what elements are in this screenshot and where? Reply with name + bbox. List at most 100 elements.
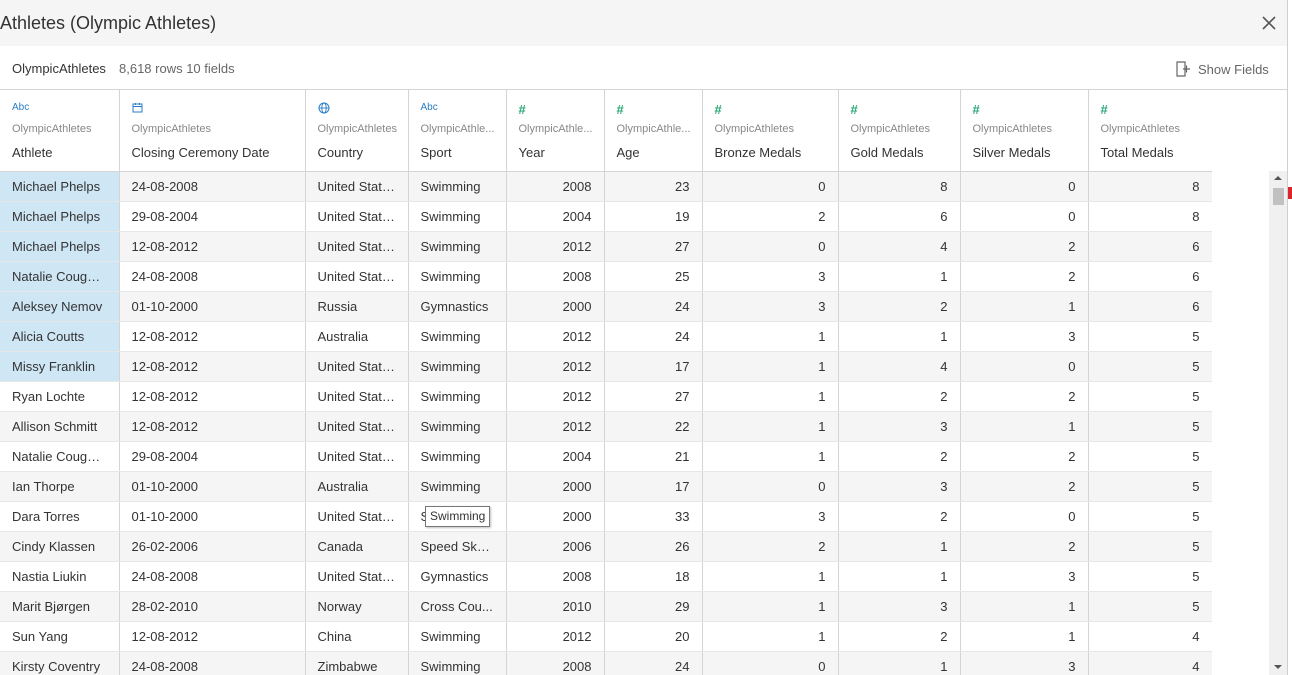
cell-athlete[interactable]: Michael Phelps [0,231,120,262]
cell-closing-ceremony-date[interactable]: 24-08-2008 [119,651,306,675]
table-row[interactable]: Aleksey Nemov 01-10-2000 Russia Gymnastics 2… [0,291,1213,322]
cell-country[interactable]: United States [305,351,409,382]
cell-silver-medals[interactable]: 3 [960,321,1089,352]
cell-sport[interactable]: Gymnastics [408,291,507,322]
table-row[interactable]: Michael Phelps 24-08-2008 United States Swi… [0,171,1213,202]
cell-silver-medals[interactable]: 0 [960,501,1089,532]
cell-age[interactable]: 24 [604,651,703,675]
cell-age[interactable]: 24 [604,291,703,322]
cell-age[interactable]: 20 [604,621,703,652]
cell-age[interactable]: 33 [604,501,703,532]
cell-country[interactable]: United States [305,201,409,232]
cell-gold-medals[interactable]: 6 [838,201,961,232]
column-header-athlete[interactable]: Abc OlympicAthletes Athlete [0,90,120,172]
column-header-age[interactable]: # OlympicAthle... Age [604,90,703,172]
cell-year[interactable]: 2000 [506,501,605,532]
cell-silver-medals[interactable]: 3 [960,651,1089,675]
cell-total-medals[interactable]: 5 [1088,441,1213,472]
table-row[interactable]: Michael Phelps 29-08-2004 United States Swi… [0,201,1213,232]
cell-sport[interactable]: Swimming [408,621,507,652]
cell-sport[interactable]: Swimming [408,651,507,675]
cell-bronze-medals[interactable]: 3 [702,261,839,292]
cell-sport[interactable]: Swimming [408,321,507,352]
cell-total-medals[interactable]: 5 [1088,381,1213,412]
cell-athlete[interactable]: Alicia Coutts [0,321,120,352]
cell-closing-ceremony-date[interactable]: 12-08-2012 [119,351,306,382]
cell-athlete[interactable]: Dara Torres [0,501,120,532]
cell-closing-ceremony-date[interactable]: 01-10-2000 [119,501,306,532]
cell-closing-ceremony-date[interactable]: 24-08-2008 [119,561,306,592]
cell-bronze-medals[interactable]: 1 [702,561,839,592]
table-row[interactable]: Allison Schmitt 12-08-2012 United States Sw… [0,411,1213,442]
cell-gold-medals[interactable]: 3 [838,411,961,442]
column-header-silver-medals[interactable]: # OlympicAthletes Silver Medals [960,90,1089,172]
cell-gold-medals[interactable]: 4 [838,231,961,262]
cell-closing-ceremony-date[interactable]: 29-08-2004 [119,201,306,232]
cell-age[interactable]: 21 [604,441,703,472]
cell-age[interactable]: 24 [604,321,703,352]
cell-closing-ceremony-date[interactable]: 24-08-2008 [119,171,306,202]
cell-year[interactable]: 2012 [506,231,605,262]
cell-sport[interactable]: Swimming [408,261,507,292]
cell-total-medals[interactable]: 5 [1088,321,1213,352]
table-row[interactable]: Marit Bjørgen 28-02-2010 Norway Cross Cou..… [0,591,1213,622]
cell-year[interactable]: 2000 [506,291,605,322]
cell-athlete[interactable]: Allison Schmitt [0,411,120,442]
cell-gold-medals[interactable]: 2 [838,441,961,472]
cell-closing-ceremony-date[interactable]: 12-08-2012 [119,411,306,442]
cell-gold-medals[interactable]: 3 [838,591,961,622]
cell-closing-ceremony-date[interactable]: 29-08-2004 [119,441,306,472]
cell-sport[interactable]: Swimming [408,411,507,442]
cell-bronze-medals[interactable]: 1 [702,411,839,442]
cell-closing-ceremony-date[interactable]: 12-08-2012 [119,231,306,262]
cell-year[interactable]: 2008 [506,651,605,675]
cell-age[interactable]: 25 [604,261,703,292]
cell-country[interactable]: Australia [305,321,409,352]
cell-age[interactable]: 27 [604,381,703,412]
cell-gold-medals[interactable]: 1 [838,651,961,675]
cell-silver-medals[interactable]: 2 [960,231,1089,262]
cell-country[interactable]: Australia [305,471,409,502]
cell-country[interactable]: Canada [305,531,409,562]
cell-year[interactable]: 2012 [506,411,605,442]
cell-gold-medals[interactable]: 2 [838,501,961,532]
cell-age[interactable]: 22 [604,411,703,442]
cell-silver-medals[interactable]: 2 [960,441,1089,472]
cell-gold-medals[interactable]: 1 [838,561,961,592]
cell-silver-medals[interactable]: 0 [960,171,1089,202]
table-row[interactable]: Dara Torres01-10-2000United States Swimmi… [0,501,1213,532]
cell-year[interactable]: 2012 [506,621,605,652]
cell-bronze-medals[interactable]: 0 [702,171,839,202]
cell-athlete[interactable]: Ian Thorpe [0,471,120,502]
cell-year[interactable]: 2004 [506,201,605,232]
table-row[interactable]: Missy Franklin 12-08-2012 United States Swi… [0,351,1213,382]
table-row[interactable]: Sun Yang 12-08-2012 China Swimming 2012 20 1 2 1… [0,621,1213,652]
cell-sport[interactable]: Swimming [408,441,507,472]
cell-total-medals[interactable]: 5 [1088,501,1213,532]
cell-closing-ceremony-date[interactable]: 12-08-2012 [119,321,306,352]
cell-gold-medals[interactable]: 2 [838,381,961,412]
cell-country[interactable]: Zimbabwe [305,651,409,675]
cell-age[interactable]: 18 [604,561,703,592]
table-row[interactable]: Cindy Klassen 26-02-2006 Canada Speed Ska..… [0,531,1213,562]
cell-athlete[interactable]: Natalie Coughlin [0,261,120,292]
column-header-bronze-medals[interactable]: # OlympicAthletes Bronze Medals [702,90,839,172]
table-row[interactable]: Ryan Lochte 12-08-2012 United States Swimmi… [0,381,1213,412]
cell-year[interactable]: 2012 [506,351,605,382]
cell-bronze-medals[interactable]: 1 [702,321,839,352]
cell-silver-medals[interactable]: 3 [960,561,1089,592]
cell-athlete[interactable]: Missy Franklin [0,351,120,382]
cell-gold-medals[interactable]: 1 [838,531,961,562]
cell-year[interactable]: 2000 [506,471,605,502]
cell-gold-medals[interactable]: 2 [838,621,961,652]
cell-age[interactable]: 29 [604,591,703,622]
cell-total-medals[interactable]: 4 [1088,651,1213,675]
column-header-total-medals[interactable]: # OlympicAthletes Total Medals [1088,90,1213,172]
cell-closing-ceremony-date[interactable]: 28-02-2010 [119,591,306,622]
cell-total-medals[interactable]: 5 [1088,351,1213,382]
cell-athlete[interactable]: Michael Phelps [0,171,120,202]
cell-athlete[interactable]: Ryan Lochte [0,381,120,412]
cell-year[interactable]: 2006 [506,531,605,562]
cell-age[interactable]: 17 [604,351,703,382]
table-row[interactable]: Michael Phelps 12-08-2012 United States Swi… [0,231,1213,262]
